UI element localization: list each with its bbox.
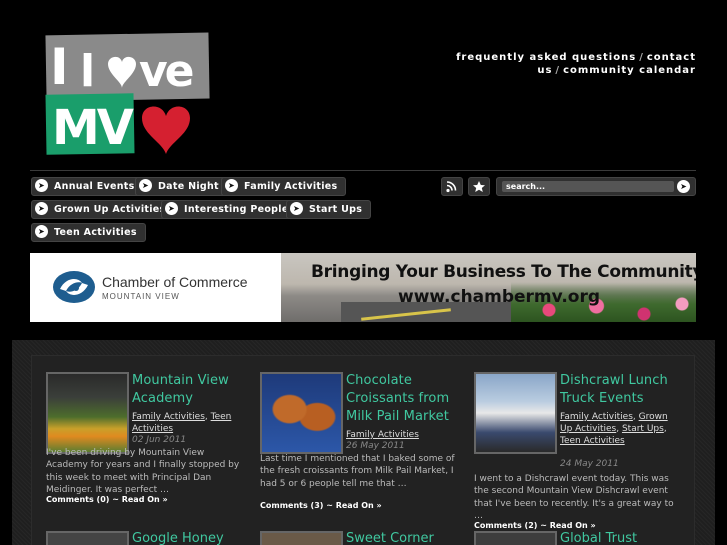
search-bar: ➤ — [496, 177, 696, 196]
post-excerpt: I went to a Dishcrawl event today. This … — [474, 474, 674, 521]
post-category-link[interactable]: Family Activities — [346, 430, 419, 440]
comments-link[interactable]: Comments (3) — [260, 501, 323, 510]
star-icon — [473, 181, 485, 192]
arrow-right-icon: ➤ — [165, 202, 178, 215]
category-date-night[interactable]: ➤ Date Night — [135, 177, 228, 196]
category-label: Annual Events — [54, 181, 135, 192]
banner-photo-panel: Bringing Your Business To The Community … — [281, 253, 696, 322]
post-title[interactable]: Sweet Corner — [346, 531, 434, 545]
arrow-right-icon: ➤ — [35, 225, 48, 238]
meta-separator: ~ — [112, 495, 119, 504]
post-excerpt: Last time I mentioned that I baked some … — [260, 454, 455, 489]
post-card: Mountain View Academy Family Activities,… — [46, 372, 246, 532]
read-on-link[interactable]: Read On » — [336, 501, 382, 510]
banner-headline: Bringing Your Business To The Community — [311, 262, 696, 282]
post-thumbnail[interactable] — [46, 531, 129, 545]
comments-link[interactable]: Comments (2) — [474, 521, 537, 530]
post-categories: Family Activities, Teen Activities — [132, 412, 232, 434]
search-input[interactable] — [502, 181, 674, 192]
arrow-right-icon: ➤ — [35, 202, 48, 215]
post-title[interactable]: Google Honey — [132, 531, 224, 545]
read-on-link[interactable]: Read On » — [550, 521, 596, 530]
post-excerpt: I've been driving by Mountain View Acade… — [46, 448, 240, 495]
post-title[interactable]: Dishcrawl Lunch Truck Events — [560, 372, 684, 408]
favorite-button[interactable] — [468, 177, 490, 196]
nav-separator: / — [639, 52, 644, 63]
rss-button[interactable] — [441, 177, 463, 196]
banner-logo-panel: Chamber of Commerce MOUNTAIN VIEW — [30, 253, 281, 322]
category-family-activities[interactable]: ➤ Family Activities — [221, 177, 347, 196]
i-love-mv-logo[interactable]: I l ve MV — [44, 30, 214, 158]
category-start-ups[interactable]: ➤ Start Ups — [286, 200, 372, 219]
post-categories: Family Activities — [346, 429, 419, 441]
post-date: 02 Jun 2011 — [132, 435, 187, 445]
post-category-link[interactable]: Family Activities — [560, 412, 633, 422]
svg-text:MV: MV — [52, 100, 134, 156]
category-grown-up-activities[interactable]: ➤ Grown Up Activities — [31, 200, 175, 219]
top-navigation: frequently asked questions / contact us / co… — [376, 51, 696, 77]
category-label: Teen Activities — [54, 227, 137, 238]
category-teen-activities[interactable]: ➤ Teen Activities — [31, 223, 146, 242]
logo-text-i: I — [50, 38, 67, 96]
arrow-right-icon: ➤ — [35, 179, 48, 192]
meta-separator: ~ — [326, 501, 333, 510]
post-title[interactable]: Mountain View Academy — [132, 372, 256, 408]
arrow-right-icon: ➤ — [139, 179, 152, 192]
post-title[interactable]: Global Trust — [560, 531, 637, 545]
nav-separator: / — [555, 65, 561, 76]
content-area: Mountain View Academy Family Activities,… — [12, 340, 715, 545]
category-interesting-people[interactable]: ➤ Interesting People — [161, 200, 298, 219]
post-categories: Family Activities, Grown Up Activities, … — [560, 412, 668, 446]
arrow-right-icon: ➤ — [225, 179, 238, 192]
arrow-right-icon: ➤ — [290, 202, 303, 215]
post-meta: Comments (2) ~ Read On » — [474, 521, 596, 530]
post-thumbnail[interactable] — [260, 531, 343, 545]
post-meta: Comments (3) ~ Read On » — [260, 501, 382, 510]
post-category-link[interactable]: Teen Activities — [560, 436, 625, 446]
calendar-link[interactable]: community calendar — [563, 65, 696, 76]
post-card: Chocolate Croissants from Milk Pail Mark… — [260, 372, 460, 532]
post-card: Dishcrawl Lunch Truck Events Family Acti… — [474, 372, 674, 532]
chamber-banner-ad[interactable]: Chamber of Commerce MOUNTAIN VIEW Bringi… — [30, 253, 696, 322]
svg-text:ve: ve — [139, 46, 193, 97]
post-date: 24 May 2011 — [560, 459, 619, 469]
rss-icon — [446, 181, 457, 193]
banner-url: www.chambermv.org — [398, 287, 601, 307]
posts-panel: Mountain View Academy Family Activities,… — [31, 355, 695, 545]
chamber-seal-icon — [53, 271, 95, 303]
post-title[interactable]: Chocolate Croissants from Milk Pail Mark… — [346, 372, 470, 426]
category-label: Start Ups — [309, 204, 363, 215]
header-divider — [30, 170, 696, 171]
comments-link[interactable]: Comments (0) — [46, 495, 109, 504]
category-label: Interesting People — [184, 204, 289, 215]
post-date: 26 May 2011 — [346, 441, 405, 451]
read-on-link[interactable]: Read On » — [122, 495, 168, 504]
post-meta: Comments (0) ~ Read On » — [46, 495, 168, 504]
category-label: Family Activities — [244, 181, 338, 192]
post-category-link[interactable]: Family Activities — [132, 412, 205, 422]
post-thumbnail[interactable] — [474, 531, 557, 545]
post-category-link[interactable]: Start Ups — [622, 424, 664, 434]
banner-org-sub: MOUNTAIN VIEW — [102, 292, 180, 301]
meta-separator: ~ — [540, 521, 547, 530]
post-thumbnail[interactable] — [474, 372, 557, 454]
category-annual-events[interactable]: ➤ Annual Events — [31, 177, 144, 196]
search-go-icon[interactable]: ➤ — [677, 180, 690, 193]
post-thumbnail[interactable] — [46, 372, 129, 454]
faq-link[interactable]: frequently asked questions — [456, 52, 636, 63]
logo-text-love: l — [80, 46, 92, 97]
category-label: Grown Up Activities — [54, 204, 166, 215]
banner-org-name: Chamber of Commerce — [102, 274, 248, 290]
post-thumbnail[interactable] — [260, 372, 343, 454]
category-label: Date Night — [158, 181, 219, 192]
